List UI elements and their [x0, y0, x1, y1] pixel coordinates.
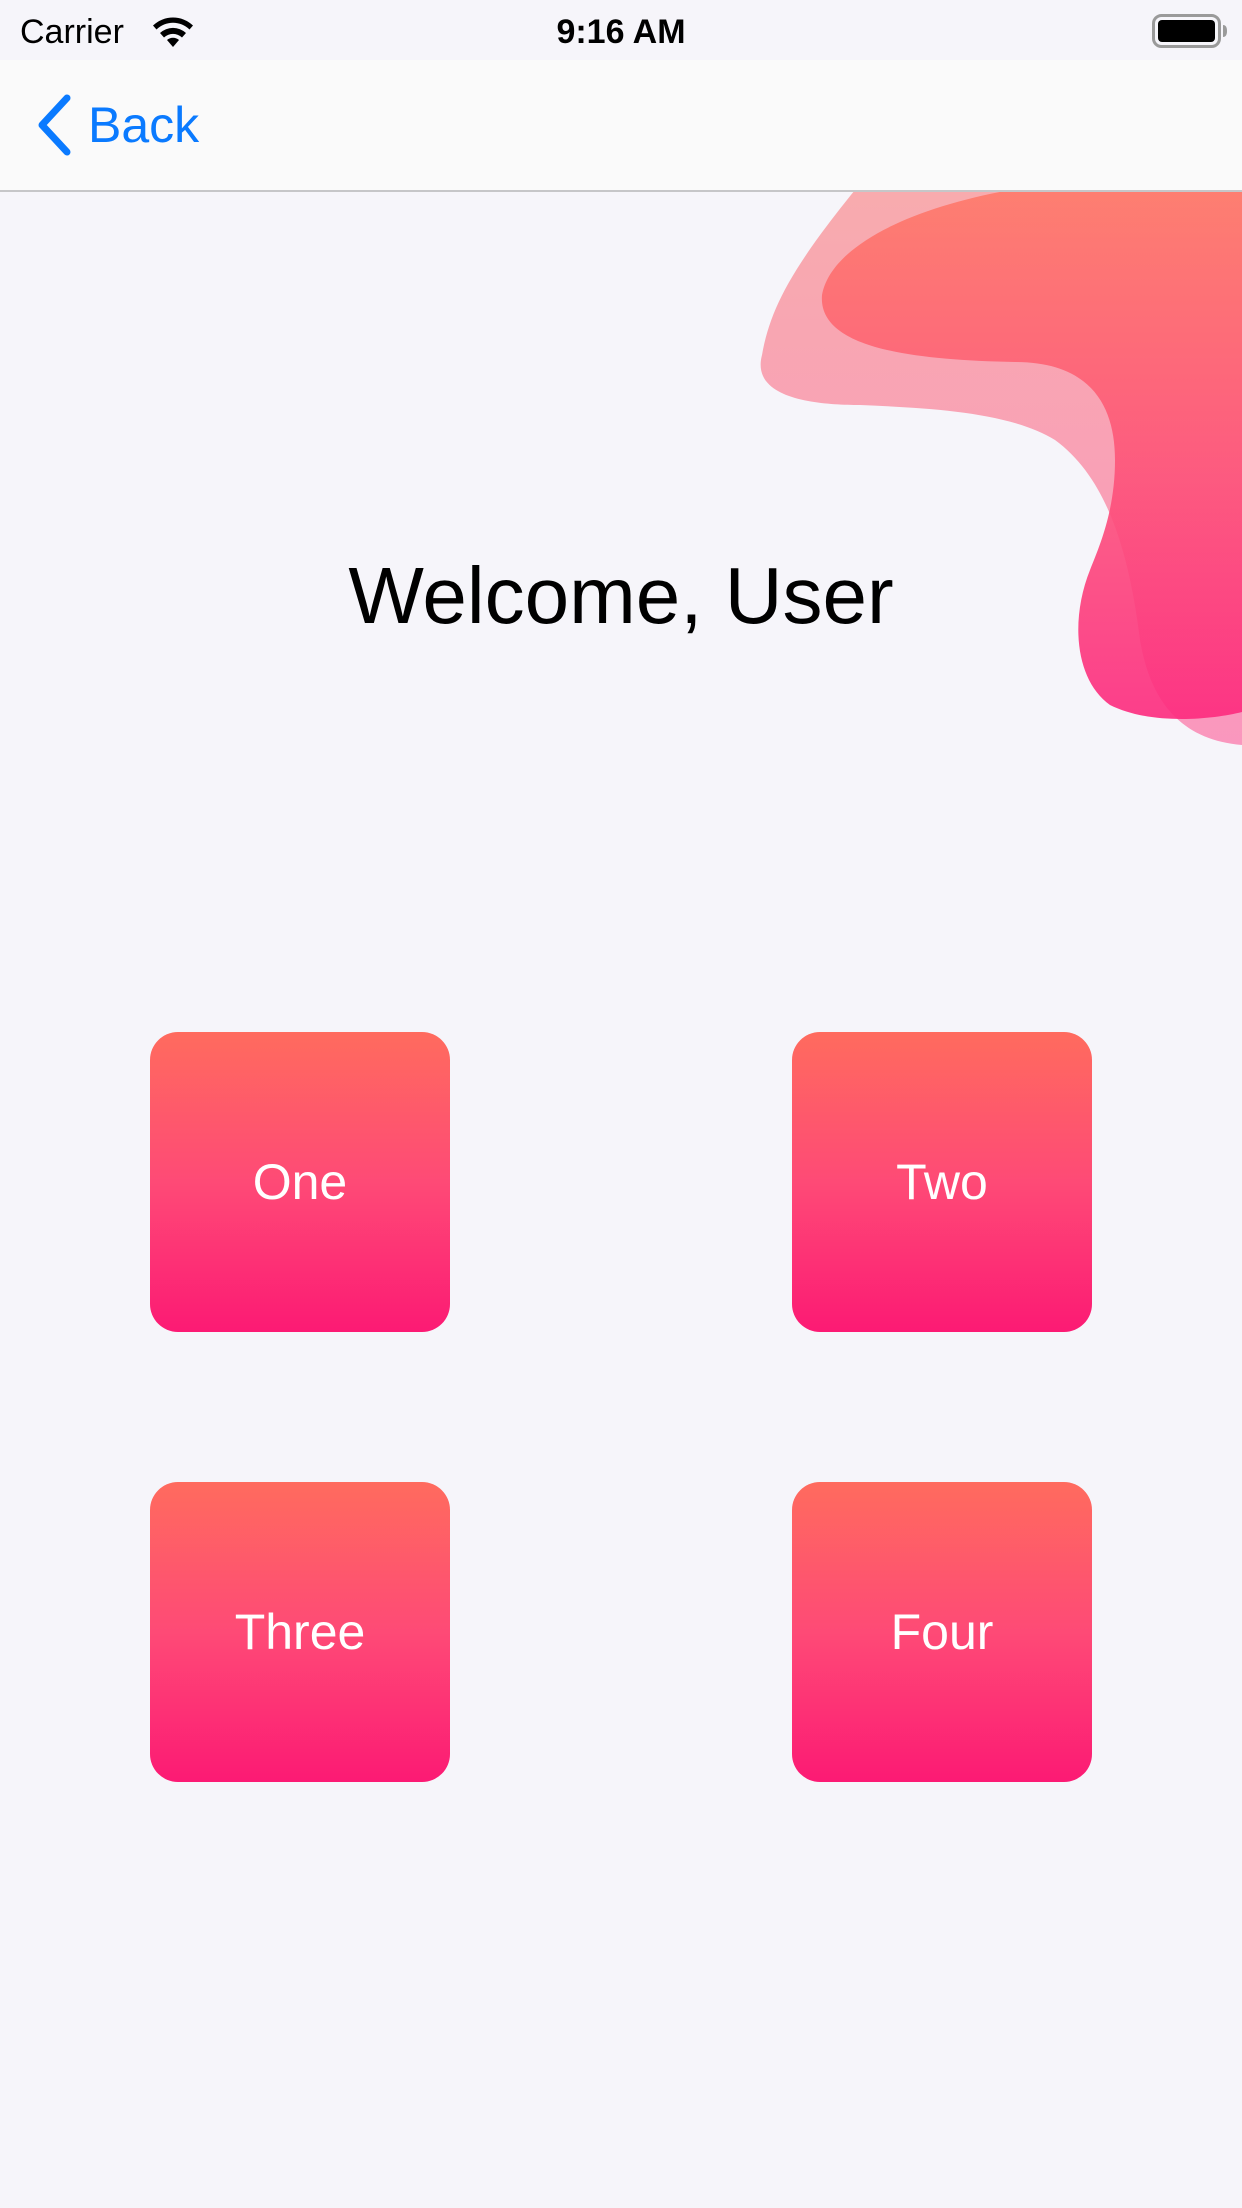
page-title: Welcome, User: [348, 551, 894, 640]
tile-label: Three: [234, 1604, 366, 1660]
tile-label: Two: [896, 1154, 988, 1210]
chevron-left-icon: [38, 94, 71, 156]
battery-icon: [1152, 14, 1227, 48]
tile-four-button[interactable]: Four: [792, 1482, 1092, 1782]
navigation-bar: Back: [0, 60, 1242, 192]
tile-two-button[interactable]: Two: [792, 1032, 1092, 1332]
tile-three-button[interactable]: Three: [150, 1482, 450, 1782]
clock-time: 9:16 AM: [556, 13, 686, 51]
tile-label: One: [252, 1154, 348, 1210]
blob-light: [760, 190, 1242, 745]
tile-one-button[interactable]: One: [150, 1032, 450, 1332]
status-bar: Carrier 9:16 AM: [0, 0, 1242, 60]
tile-label: Four: [890, 1604, 994, 1660]
back-button[interactable]: Back: [34, 90, 199, 160]
screen: Carrier 9:16 AM Back Welcome, User One T…: [0, 0, 1242, 2208]
back-label: Back: [88, 97, 200, 153]
